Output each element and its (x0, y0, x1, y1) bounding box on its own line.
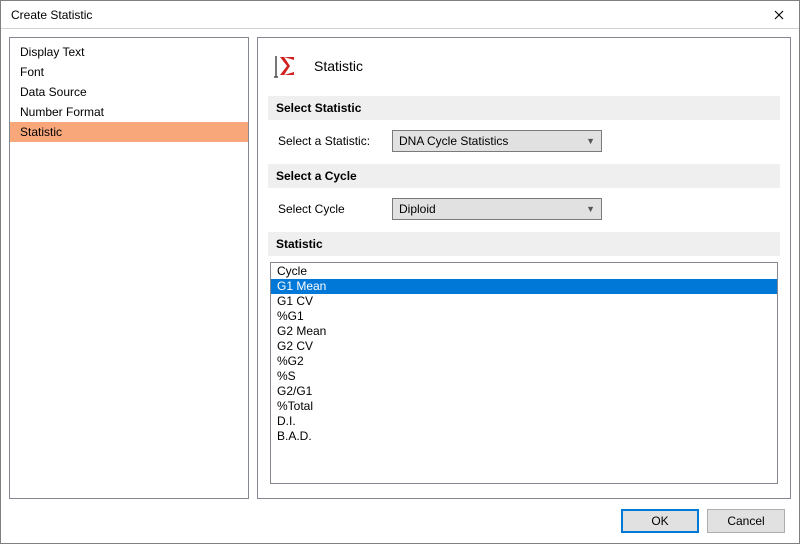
list-item[interactable]: G1 CV (271, 294, 777, 309)
ok-button[interactable]: OK (621, 509, 699, 533)
list-item[interactable]: G2 Mean (271, 324, 777, 339)
list-item[interactable]: Cycle (271, 264, 777, 279)
list-item[interactable]: %G1 (271, 309, 777, 324)
section-header-select-statistic: Select Statistic (268, 96, 780, 120)
dialog-content: Display TextFontData SourceNumber Format… (1, 29, 799, 499)
dialog-title: Create Statistic (11, 8, 92, 22)
sidebar-item-data-source[interactable]: Data Source (10, 82, 248, 102)
list-item[interactable]: D.I. (271, 414, 777, 429)
list-item[interactable]: G2/G1 (271, 384, 777, 399)
sigma-icon (272, 52, 300, 80)
list-item[interactable]: G1 Mean (271, 279, 777, 294)
panel-title: Statistic (314, 58, 363, 74)
dialog-create-statistic: Create Statistic Display TextFontData So… (0, 0, 800, 544)
list-item[interactable]: %G2 (271, 354, 777, 369)
panel-header: Statistic (268, 46, 780, 94)
select-statistic-label: Select a Statistic: (278, 134, 376, 148)
section-header-select-cycle: Select a Cycle (268, 164, 780, 188)
list-item[interactable]: G2 CV (271, 339, 777, 354)
list-item[interactable]: B.A.D. (271, 429, 777, 444)
select-cycle-combo[interactable]: Diploid ▼ (392, 198, 602, 220)
sidebar: Display TextFontData SourceNumber Format… (9, 37, 249, 499)
select-cycle-value: Diploid (399, 202, 436, 216)
section-select-statistic: Select a Statistic: DNA Cycle Statistics… (268, 120, 780, 162)
close-button[interactable] (759, 1, 799, 29)
section-statistic-list: CycleG1 MeanG1 CV%G1G2 MeanG2 CV%G2%SG2/… (268, 256, 780, 490)
dialog-footer: OK Cancel (1, 499, 799, 543)
cancel-button-label: Cancel (727, 514, 764, 528)
sidebar-item-statistic[interactable]: Statistic (10, 122, 248, 142)
sidebar-item-font[interactable]: Font (10, 62, 248, 82)
select-cycle-label: Select Cycle (278, 202, 376, 216)
list-item[interactable]: %Total (271, 399, 777, 414)
list-item[interactable]: %S (271, 369, 777, 384)
close-icon (774, 10, 784, 20)
section-header-statistic: Statistic (268, 232, 780, 256)
select-statistic-value: DNA Cycle Statistics (399, 134, 508, 148)
section-select-cycle: Select Cycle Diploid ▼ (268, 188, 780, 230)
cancel-button[interactable]: Cancel (707, 509, 785, 533)
ok-button-label: OK (651, 514, 668, 528)
statistic-listbox[interactable]: CycleG1 MeanG1 CV%G1G2 MeanG2 CV%G2%SG2/… (270, 262, 778, 484)
sidebar-item-display-text[interactable]: Display Text (10, 42, 248, 62)
titlebar: Create Statistic (1, 1, 799, 29)
select-statistic-combo[interactable]: DNA Cycle Statistics ▼ (392, 130, 602, 152)
sidebar-item-number-format[interactable]: Number Format (10, 102, 248, 122)
chevron-down-icon: ▼ (586, 136, 595, 146)
chevron-down-icon: ▼ (586, 204, 595, 214)
main-panel: Statistic Select Statistic Select a Stat… (257, 37, 791, 499)
